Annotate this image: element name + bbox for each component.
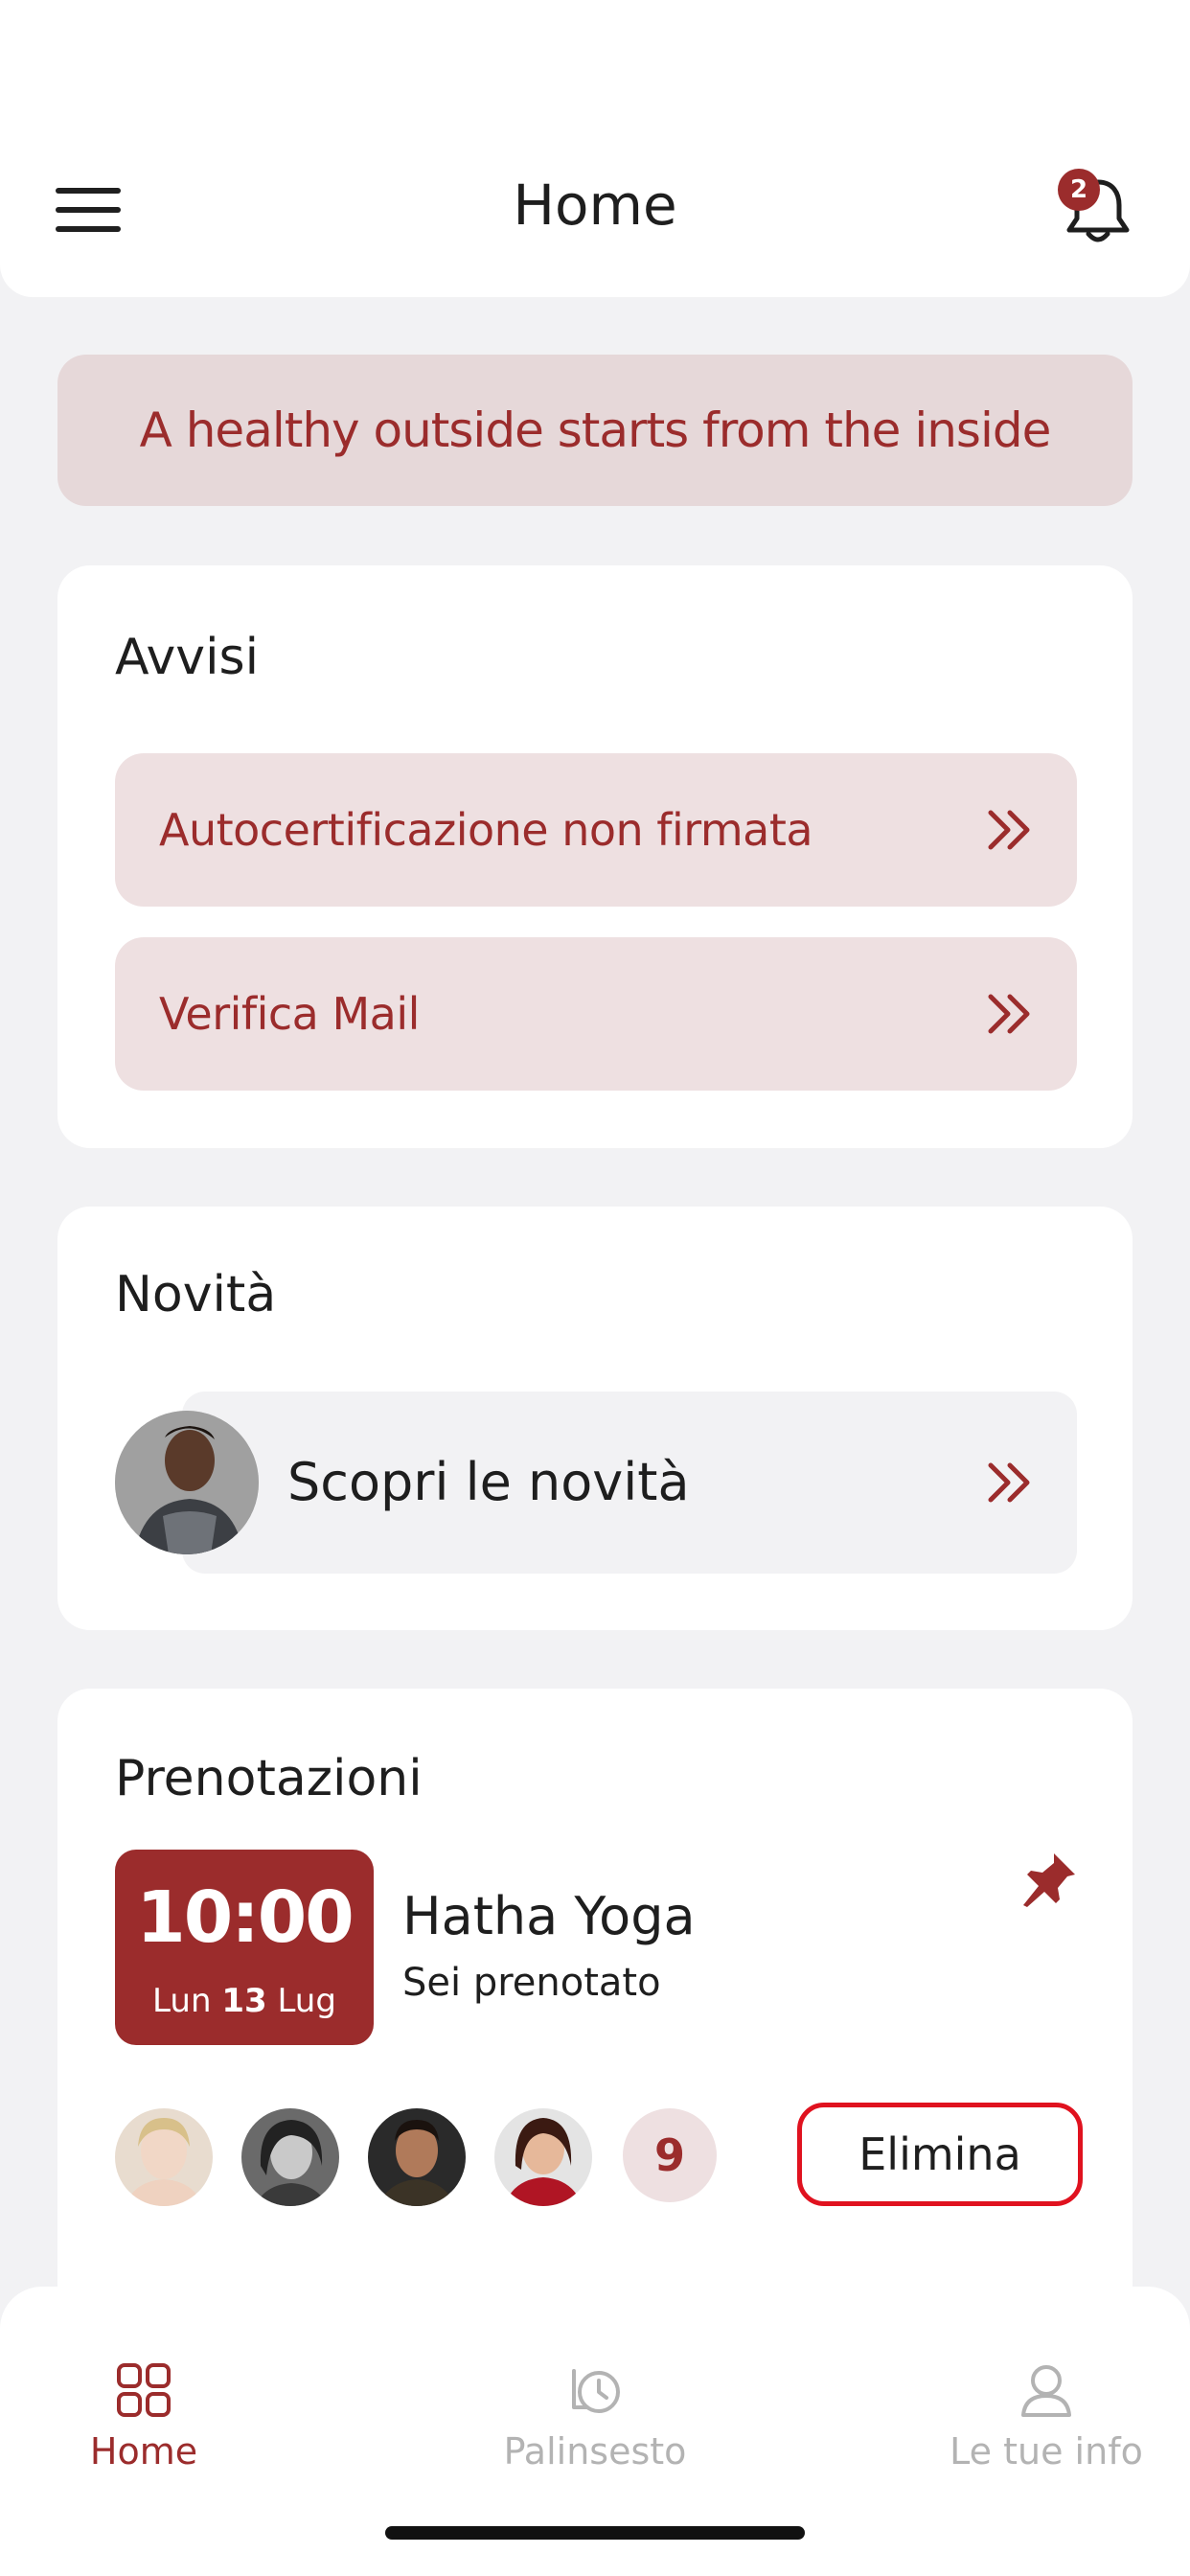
booking-date: Lun 13 Lug <box>115 1982 374 2020</box>
booking-day-number: 13 <box>221 1982 267 2020</box>
tab-home[interactable]: Home <box>0 2361 287 2496</box>
booking-day-name: Lun <box>152 1982 212 2020</box>
tab-le-tue-info[interactable]: Le tue info <box>903 2361 1190 2496</box>
participant-avatar <box>494 2108 592 2206</box>
user-icon <box>1021 2365 1071 2417</box>
page-title: Home <box>513 172 677 238</box>
participant-avatar <box>241 2108 339 2206</box>
double-chevron-right-icon <box>988 810 1030 850</box>
grid-icon <box>117 2363 171 2417</box>
delete-booking-button[interactable]: Elimina <box>797 2103 1083 2206</box>
alert-item-verifica-mail[interactable]: Verifica Mail <box>115 937 1077 1091</box>
news-label: Scopri le novità <box>287 1452 690 1512</box>
news-avatar <box>115 1411 259 1554</box>
app-header: Home 2 <box>0 0 1190 297</box>
news-title: Novità <box>115 1266 277 1323</box>
alert-item-autocertificazione[interactable]: Autocertificazione non firmata <box>115 753 1077 907</box>
news-card: Novità Scopri le novità <box>57 1207 1133 1630</box>
notifications-button[interactable]: 2 <box>1058 169 1134 245</box>
tab-palinsesto[interactable]: Palinsesto <box>451 2361 739 2496</box>
booking-status: Sei prenotato <box>402 1961 661 2005</box>
booking-time: 10:00 <box>136 1876 355 1959</box>
alert-item-label: Verifica Mail <box>159 988 420 1040</box>
double-chevron-right-icon <box>988 1462 1030 1503</box>
motto-banner: A healthy outside starts from the inside <box>57 355 1133 506</box>
news-item[interactable]: Scopri le novità <box>115 1392 1077 1574</box>
bookings-title: Prenotazioni <box>115 1750 423 1807</box>
alerts-title: Avvisi <box>115 629 260 686</box>
booking-time-box: 10:00 Lun 13 Lug <box>115 1850 374 2045</box>
alerts-card: Avvisi Autocertificazione non firmata Ve… <box>57 565 1133 1148</box>
bookings-card: Prenotazioni 10:00 Lun 13 Lug Hatha Yoga… <box>57 1689 1133 2359</box>
booking-class-name: Hatha Yoga <box>402 1886 696 1946</box>
notification-badge: 2 <box>1058 169 1100 211</box>
booking-month: Lug <box>277 1982 336 2020</box>
participant-avatar <box>115 2108 213 2206</box>
bottom-tab-bar: Home Palinsesto Le tue info <box>0 2287 1190 2576</box>
tab-home-label: Home <box>89 2430 198 2472</box>
participant-avatar <box>368 2108 466 2206</box>
participants-extra-count[interactable]: 9 <box>623 2108 717 2202</box>
home-indicator[interactable] <box>385 2526 805 2540</box>
alert-item-label: Autocertificazione non firmata <box>159 804 813 856</box>
tab-palinsesto-label: Palinsesto <box>503 2430 687 2472</box>
tab-le-tue-info-label: Le tue info <box>950 2430 1143 2472</box>
double-chevron-right-icon <box>988 994 1030 1034</box>
history-icon <box>572 2369 620 2413</box>
pin-icon[interactable] <box>1018 1848 1081 1911</box>
